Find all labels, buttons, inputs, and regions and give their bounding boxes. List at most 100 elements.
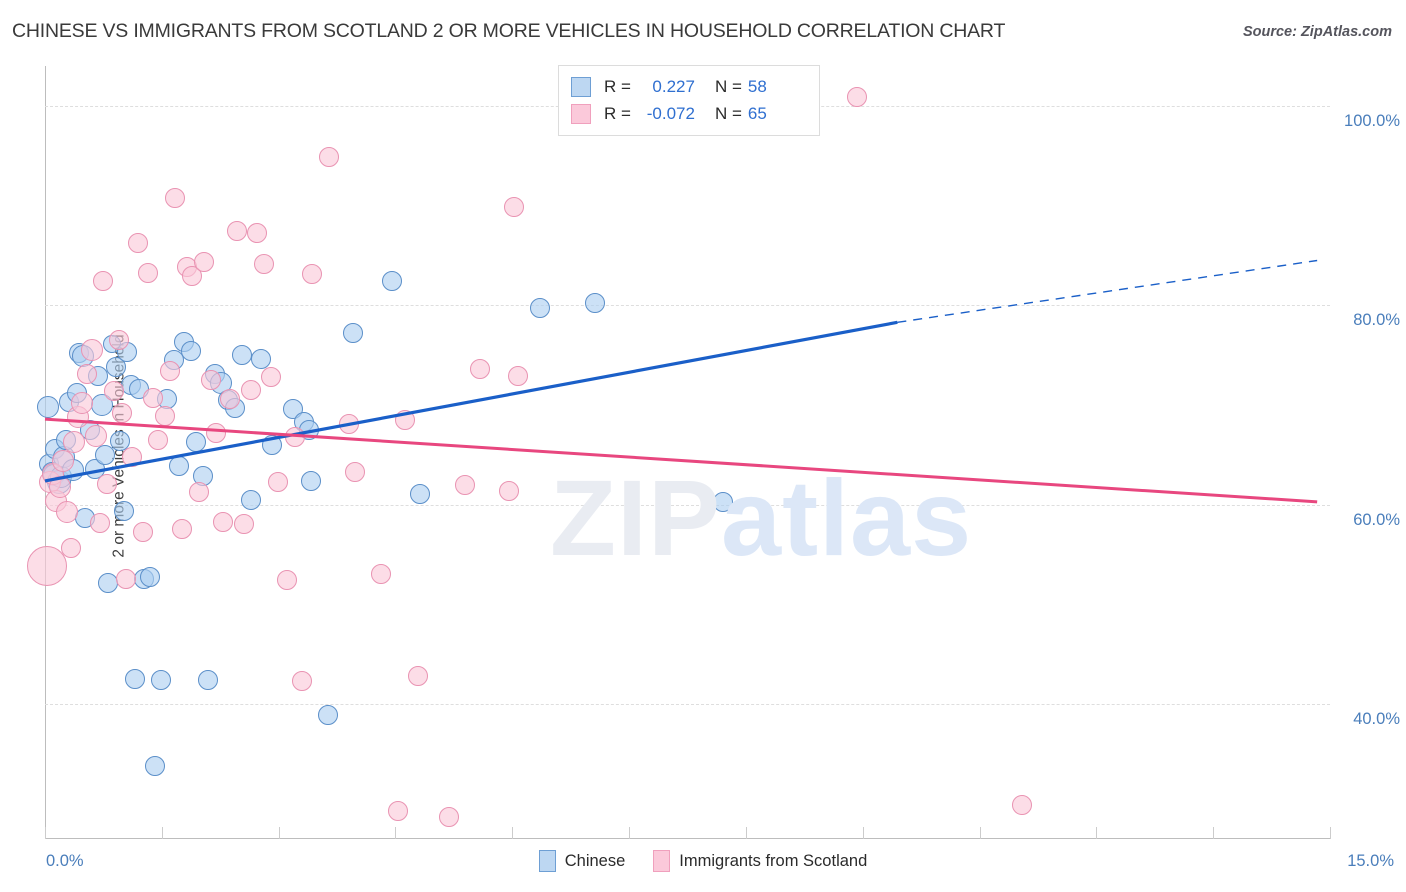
data-point-blue xyxy=(410,483,431,504)
data-point-pink xyxy=(148,430,169,451)
x-tick xyxy=(862,827,864,839)
data-point-pink xyxy=(292,671,312,692)
y-tick-label: 80.0% xyxy=(1353,311,1400,330)
data-point-pink xyxy=(345,461,366,482)
data-point-pink xyxy=(96,473,117,494)
data-point-pink xyxy=(233,513,254,534)
data-point-pink xyxy=(70,392,93,415)
data-point-pink xyxy=(339,414,360,435)
data-point-pink xyxy=(302,264,323,285)
data-point-pink xyxy=(172,518,193,539)
data-point-pink xyxy=(112,403,133,424)
stats-n-label-chinese: N = xyxy=(714,76,742,96)
data-point-pink xyxy=(142,388,163,409)
data-point-pink xyxy=(247,222,268,243)
data-point-pink xyxy=(160,361,181,382)
data-point-pink xyxy=(51,449,74,472)
data-point-blue xyxy=(139,566,160,587)
legend-swatch-chinese xyxy=(538,850,556,872)
data-point-pink xyxy=(268,471,288,492)
legend-item-chinese[interactable]: Chinese xyxy=(538,850,626,872)
data-point-pink xyxy=(127,232,148,253)
x-tick xyxy=(979,827,981,839)
legend-swatch-scotland xyxy=(653,850,671,872)
data-point-pink xyxy=(81,339,104,362)
data-point-pink xyxy=(507,366,528,387)
data-point-pink xyxy=(407,666,428,687)
data-point-pink xyxy=(387,801,408,822)
series-legend: Chinese Immigrants from Scotland xyxy=(0,850,1406,872)
x-tick xyxy=(745,827,747,839)
data-point-blue xyxy=(197,670,218,691)
data-point-blue xyxy=(150,670,171,691)
data-point-pink xyxy=(89,512,110,533)
data-point-blue xyxy=(124,669,145,690)
data-point-pink xyxy=(439,807,460,828)
watermark-atlas: atlas xyxy=(721,457,973,578)
data-point-pink xyxy=(276,569,297,590)
data-point-pink xyxy=(285,427,306,448)
data-point-blue xyxy=(317,705,338,726)
data-point-pink xyxy=(103,381,124,402)
x-tick xyxy=(161,827,163,839)
data-point-pink xyxy=(63,431,86,454)
legend-label-chinese: Chinese xyxy=(564,851,626,870)
stats-r-value-chinese: 0.227 xyxy=(652,76,695,96)
data-point-pink xyxy=(847,86,868,107)
stats-n-label-scotland: N = xyxy=(714,103,742,123)
zipatlas-watermark: ZIPatlas xyxy=(550,464,972,572)
data-point-blue xyxy=(180,341,201,362)
data-point-pink xyxy=(240,380,261,401)
data-point-pink xyxy=(370,563,391,584)
legend-label-scotland: Immigrants from Scotland xyxy=(679,851,868,870)
data-point-pink xyxy=(194,252,215,273)
legend-item-scotland[interactable]: Immigrants from Scotland xyxy=(653,850,867,872)
correlation-stats-box: R = 0.227 N = 58 R = -0.072 N = 65 xyxy=(558,65,820,136)
data-point-pink xyxy=(116,568,137,589)
data-point-blue xyxy=(36,396,59,419)
stats-r-value-scotland: -0.072 xyxy=(646,103,695,123)
data-point-pink xyxy=(394,410,415,431)
data-point-pink xyxy=(1011,795,1032,816)
data-point-blue xyxy=(713,491,734,512)
data-point-blue xyxy=(381,271,402,292)
data-point-pink xyxy=(122,446,143,467)
data-point-pink xyxy=(48,475,71,498)
x-axis-line xyxy=(45,838,1330,839)
stats-r-label-scotland: R = xyxy=(604,103,631,123)
stats-swatch-scotland xyxy=(571,103,591,124)
data-point-blue xyxy=(584,293,605,314)
data-point-pink xyxy=(56,500,79,523)
data-point-blue xyxy=(168,455,189,476)
gridline xyxy=(45,704,1330,706)
data-point-blue xyxy=(530,298,551,319)
y-tick-label: 100.0% xyxy=(1344,111,1400,130)
data-point-blue xyxy=(113,500,134,521)
x-tick xyxy=(395,827,397,839)
plot-area: ZIPatlas xyxy=(26,66,1331,839)
trendline-segment xyxy=(44,417,1318,504)
watermark-zip: ZIP xyxy=(550,457,722,578)
data-point-pink xyxy=(132,521,153,542)
data-point-blue xyxy=(185,432,206,453)
y-tick-label: 60.0% xyxy=(1353,510,1400,529)
correlation-chart: CHINESE VS IMMIGRANTS FROM SCOTLAND 2 OR… xyxy=(0,0,1406,892)
data-point-pink xyxy=(189,481,210,502)
data-point-pink xyxy=(504,196,525,217)
data-point-pink xyxy=(165,187,186,208)
stats-row-scotland: R = -0.072 N = 65 xyxy=(571,100,809,127)
data-point-pink xyxy=(261,367,282,388)
data-point-blue xyxy=(343,323,364,344)
data-point-pink xyxy=(254,254,275,275)
trend-lines xyxy=(44,259,1318,504)
data-point-pink xyxy=(206,423,227,444)
x-tick xyxy=(629,827,631,839)
data-point-blue xyxy=(262,435,283,456)
data-point-pink xyxy=(454,474,475,495)
y-tick-label: 40.0% xyxy=(1353,710,1400,729)
stats-n-value-scotland: 65 xyxy=(747,103,767,123)
data-point-pink xyxy=(499,480,520,501)
data-point-blue xyxy=(232,345,253,366)
data-point-pink xyxy=(470,359,491,380)
page-title: CHINESE VS IMMIGRANTS FROM SCOTLAND 2 OR… xyxy=(12,20,1006,42)
